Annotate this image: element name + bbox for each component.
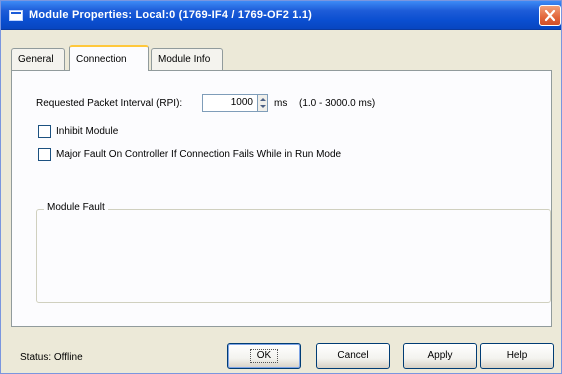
tab-module-info[interactable]: Module Info <box>151 48 223 70</box>
rpi-spinner[interactable] <box>258 94 268 112</box>
app-window-icon <box>9 10 23 21</box>
module-properties-dialog: Module Properties: Local:0 (1769-IF4 / 1… <box>0 0 562 374</box>
rpi-range: (1.0 - 3000.0 ms) <box>299 98 376 109</box>
title-bar[interactable]: Module Properties: Local:0 (1769-IF4 / 1… <box>1 1 561 30</box>
spinner-up-icon[interactable] <box>260 98 266 101</box>
help-button[interactable]: Help <box>480 343 554 369</box>
module-fault-legend: Module Fault <box>44 202 108 213</box>
major-fault-label[interactable]: Major Fault On Controller If Connection … <box>56 149 341 160</box>
focus-rectangle <box>250 349 278 363</box>
apply-button[interactable]: Apply <box>403 343 477 369</box>
window-title: Module Properties: Local:0 (1769-IF4 / 1… <box>29 9 313 21</box>
module-fault-group <box>36 209 551 303</box>
cancel-button[interactable]: Cancel <box>316 343 390 369</box>
close-icon <box>544 9 556 22</box>
close-button[interactable] <box>539 5 561 26</box>
rpi-input[interactable]: 1000 <box>202 94 258 112</box>
status-text: Status: Offline <box>20 352 83 363</box>
tab-connection[interactable]: Connection <box>69 45 149 71</box>
spinner-down-icon[interactable] <box>260 105 266 108</box>
rpi-label: Requested Packet Interval (RPI): <box>36 98 183 109</box>
tab-general[interactable]: General <box>11 48 65 70</box>
inhibit-module-checkbox[interactable] <box>38 125 51 138</box>
inhibit-module-label[interactable]: Inhibit Module <box>56 126 118 137</box>
major-fault-checkbox[interactable] <box>38 148 51 161</box>
connection-tab-panel: Requested Packet Interval (RPI): 1000 ms… <box>11 70 552 327</box>
rpi-unit: ms <box>274 98 288 109</box>
ok-button[interactable]: OK <box>227 343 301 369</box>
